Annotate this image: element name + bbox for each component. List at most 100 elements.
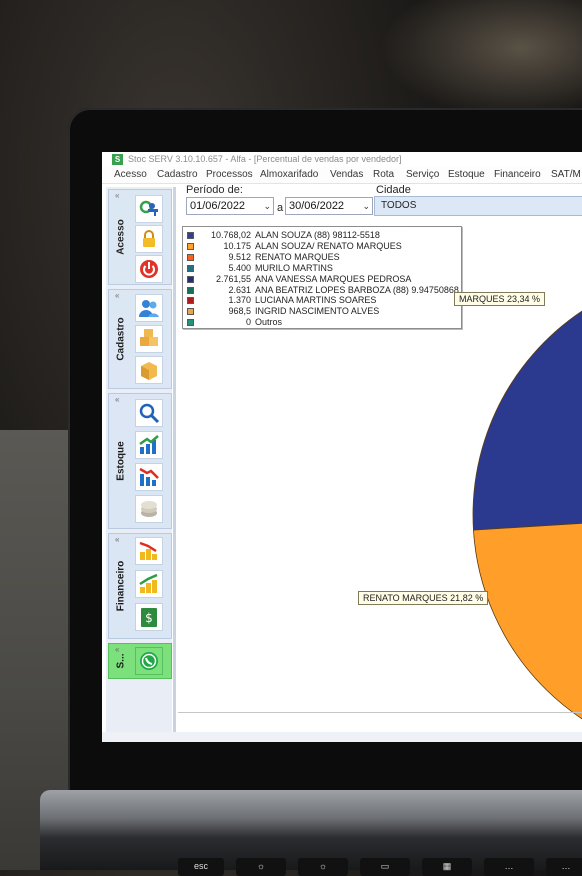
- legend-value: 1.370: [228, 295, 251, 306]
- legend-item: 0 Outros: [187, 317, 457, 328]
- sidebar-group-acesso[interactable]: « Acesso: [108, 189, 172, 285]
- legend-swatch: [187, 286, 194, 294]
- window-title: Stoc SERV 3.10.10.657 - Alfa - [Percentu…: [128, 154, 402, 164]
- legend-item: 1.370 LUCIANA MARTINS SOARES: [187, 295, 457, 306]
- key-esc: esc: [178, 858, 224, 876]
- legend-value: 2.631: [228, 284, 251, 295]
- key-f5: …: [484, 858, 534, 876]
- whatsapp-icon[interactable]: [135, 647, 163, 675]
- legend-swatch: [187, 319, 194, 327]
- menu-financeiro[interactable]: Financeiro: [494, 167, 541, 183]
- cidade-label: Cidade: [376, 184, 411, 196]
- key-f1: ☼: [236, 858, 286, 876]
- sidebar-group-s[interactable]: « S...: [108, 643, 172, 679]
- chart-down-red-icon[interactable]: [135, 537, 163, 565]
- sidebar-group-financeiro[interactable]: « Financeiro $: [108, 533, 172, 639]
- sidebar-group-label: Cadastro: [115, 317, 127, 361]
- legend-name: MURILO MARTINS: [255, 262, 333, 273]
- money-document-icon[interactable]: $: [135, 603, 163, 631]
- legend-item: 968,5 INGRID NASCIMENTO ALVES: [187, 306, 457, 317]
- title-bar: S Stoc SERV 3.10.10.657 - Alfa - [Percen…: [102, 152, 582, 167]
- sidebar-group-label: S...: [115, 653, 127, 669]
- legend-name: ANA VANESSA MARQUES PEDROSA: [255, 273, 412, 284]
- bar-chart-up-icon[interactable]: [135, 431, 163, 459]
- menu-acesso[interactable]: Acesso: [114, 167, 147, 183]
- sidebar-group-label: Estoque: [115, 441, 127, 481]
- menu-processos[interactable]: Processos: [206, 167, 253, 183]
- pie-slice[interactable]: [472, 271, 582, 531]
- legend-name: Outros: [255, 317, 283, 328]
- legend-value: 10.768,02: [210, 230, 251, 240]
- legend-swatch: [187, 264, 194, 272]
- legend-item: 2.761,55 ANA VANESSA MARQUES PEDROSA: [187, 274, 457, 285]
- menu-rota[interactable]: Rota: [373, 167, 394, 183]
- legend-swatch: [187, 232, 194, 239]
- legend-value: 0: [245, 317, 251, 328]
- cidade-field[interactable]: TODOS: [374, 196, 582, 216]
- legend-swatch: [187, 297, 194, 305]
- app-icon: S: [112, 154, 123, 165]
- legend-swatch: [187, 253, 194, 261]
- lock-icon[interactable]: [135, 225, 163, 253]
- coins-icon[interactable]: [135, 495, 163, 523]
- legend-name: INGRID NASCIMENTO ALVES: [255, 306, 380, 317]
- menu-cadastro[interactable]: Cadastro: [157, 167, 198, 183]
- legend-item: 5.400 MURILO MARTINS: [187, 263, 457, 274]
- boxes-icon[interactable]: [135, 325, 163, 353]
- legend-name: RENATO MARQUES: [255, 251, 340, 262]
- menu-almoxarifado[interactable]: Almoxarifado: [260, 167, 318, 183]
- slice-label-alan-renato: MARQUES 23,34 %: [454, 292, 546, 306]
- date-to-value: 30/06/2022: [289, 200, 345, 212]
- magnifier-icon[interactable]: [135, 399, 163, 427]
- legend-swatch: [187, 242, 194, 250]
- refresh-key-icon[interactable]: [135, 195, 163, 223]
- legend-item: 9.512 RENATO MARQUES: [187, 252, 457, 263]
- legend-name: ALAN SOUZA/ RENATO MARQUES: [255, 240, 402, 251]
- svg-text:$: $: [145, 611, 153, 625]
- sidebar-splitter[interactable]: [173, 187, 176, 742]
- key-f4: ▦: [422, 858, 472, 876]
- chevron-down-icon[interactable]: ⌄: [362, 198, 370, 214]
- chart-legend: 10.768,02 ALAN SOUZA (88) 98112-5518 10.17…: [182, 226, 462, 329]
- chevron-down-icon[interactable]: ⌄: [263, 198, 271, 214]
- legend-swatch: [187, 308, 194, 316]
- pie-slice[interactable]: [473, 515, 582, 728]
- slice-label-renato: RENATO MARQUES 21,82 %: [358, 591, 489, 605]
- menu-vendas[interactable]: Vendas: [330, 167, 363, 183]
- users-icon[interactable]: [135, 294, 163, 322]
- date-separator: a: [277, 202, 284, 214]
- date-from-value: 01/06/2022: [190, 200, 246, 212]
- date-to-picker[interactable]: 30/06/2022 ⌄: [285, 197, 373, 215]
- menu-sat[interactable]: SAT/M: [551, 167, 581, 183]
- screen: S Stoc SERV 3.10.10.657 - Alfa - [Percen…: [102, 152, 582, 742]
- legend-name: ALAN SOUZA (88) 98112-5518: [255, 230, 380, 240]
- chart-bottom-border: [178, 712, 582, 713]
- menu-servico[interactable]: Serviço: [406, 167, 439, 183]
- date-from-picker[interactable]: 01/06/2022 ⌄: [186, 197, 274, 215]
- periodo-label: Período de:: [186, 184, 243, 196]
- legend-item: 10.768,02 ALAN SOUZA (88) 98112-5518: [187, 230, 457, 241]
- legend-value: 5.400: [228, 262, 251, 273]
- menu-estoque[interactable]: Estoque: [448, 167, 485, 183]
- background-light: [380, 0, 582, 120]
- sidebar: « Acesso « Cadastro « Estoque « Financei…: [106, 187, 172, 742]
- box-icon[interactable]: [135, 356, 163, 384]
- legend-value: 10.175: [223, 240, 251, 251]
- legend-swatch: [187, 275, 194, 283]
- legend-value: 2.761,55: [215, 273, 251, 284]
- key-f3: ▭: [360, 858, 410, 876]
- key-f2: ☼: [298, 858, 348, 876]
- legend-name: ANA BEATRIZ LOPES BARBOZA (88) 9.9475086…: [255, 284, 459, 295]
- sidebar-group-cadastro[interactable]: « Cadastro: [108, 289, 172, 389]
- status-strip: [102, 732, 582, 742]
- legend-value: 9.512: [228, 251, 251, 262]
- chart-up-green-icon[interactable]: [135, 570, 163, 598]
- power-icon[interactable]: [135, 255, 163, 283]
- legend-name: LUCIANA MARTINS SOARES: [255, 295, 377, 306]
- sidebar-group-estoque[interactable]: « Estoque: [108, 393, 172, 529]
- sidebar-group-label: Acesso: [115, 219, 127, 255]
- legend-item: 10.175 ALAN SOUZA/ RENATO MARQUES: [187, 241, 457, 252]
- legend-value: 968,5: [228, 306, 251, 317]
- legend-item: 2.631 ANA BEATRIZ LOPES BARBOZA (88) 9.94…: [187, 284, 459, 296]
- bar-chart-down-icon[interactable]: [135, 463, 163, 491]
